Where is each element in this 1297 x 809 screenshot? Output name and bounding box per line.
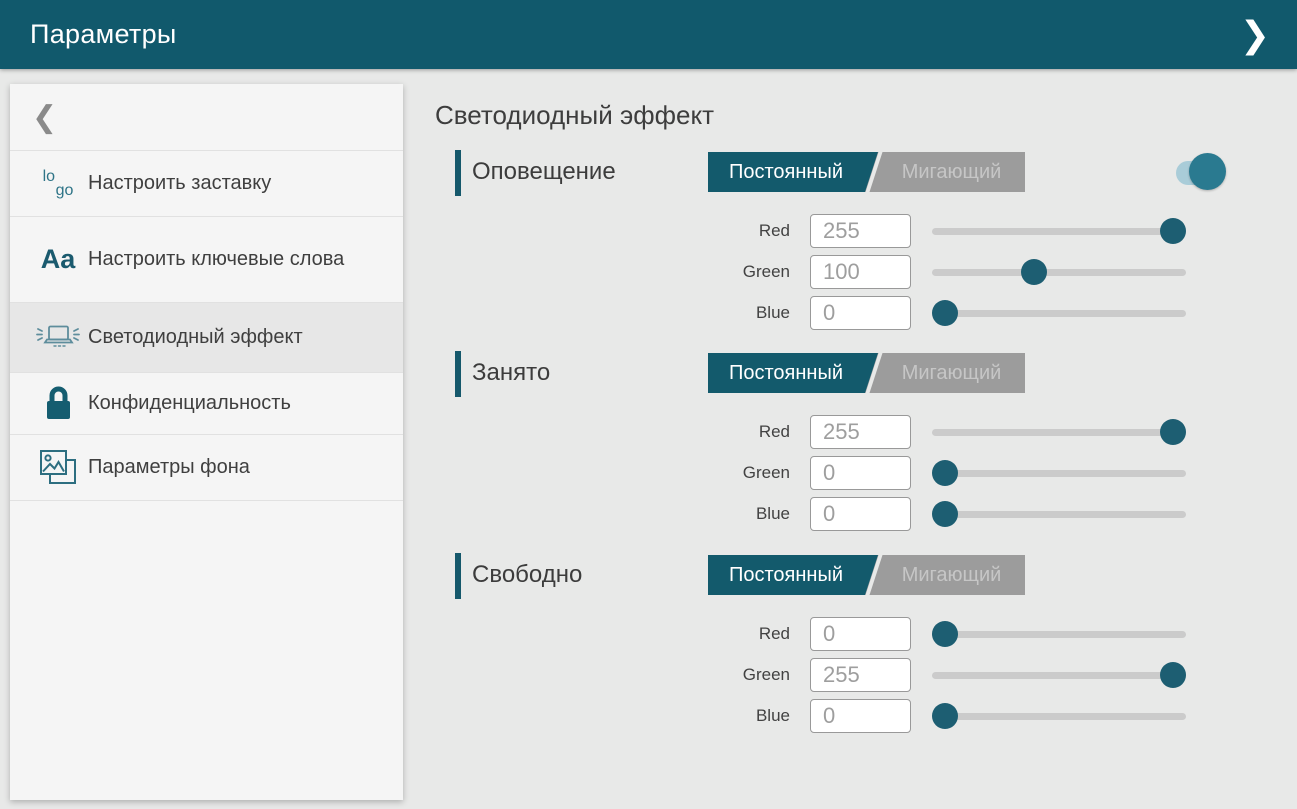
mode-blinking-button[interactable]: Мигающий	[878, 353, 1025, 393]
collapse-chevron-icon[interactable]: ❯	[1229, 0, 1281, 69]
slider-thumb[interactable]	[1021, 259, 1047, 285]
slider-track	[932, 511, 1186, 518]
sidebar-back-button[interactable]: ❮	[10, 84, 403, 151]
green-input[interactable]	[810, 255, 911, 289]
red-slider[interactable]	[932, 617, 1186, 651]
green-input[interactable]	[810, 658, 911, 692]
slider-thumb[interactable]	[932, 621, 958, 647]
blue-label: Blue	[690, 497, 790, 531]
blue-input[interactable]	[810, 699, 911, 733]
slider-track	[932, 269, 1186, 276]
led-section-busy: Занято Мигающий Постоянный Red Green Blu…	[0, 349, 1297, 539]
mode-segmented-control: Мигающий Постоянный	[708, 152, 1025, 192]
slider-track	[932, 672, 1186, 679]
blue-input[interactable]	[810, 296, 911, 330]
slider-thumb[interactable]	[932, 460, 958, 486]
slider-thumb[interactable]	[932, 300, 958, 326]
slider-track	[932, 470, 1186, 477]
slider-track	[932, 631, 1186, 638]
green-slider[interactable]	[932, 456, 1186, 490]
blue-slider[interactable]	[932, 497, 1186, 531]
mode-segmented-control: Мигающий Постоянный	[708, 555, 1025, 595]
power-toggle[interactable]	[1176, 150, 1226, 191]
red-slider[interactable]	[932, 214, 1186, 248]
green-label: Green	[690, 456, 790, 490]
red-label: Red	[690, 617, 790, 651]
slider-thumb[interactable]	[932, 703, 958, 729]
section-title: Свободно	[472, 551, 582, 599]
led-section-alert: Оповещение Мигающий Постоянный Red Green	[0, 148, 1297, 338]
mode-steady-button[interactable]: Постоянный	[708, 555, 878, 595]
mode-steady-button[interactable]: Постоянный	[708, 353, 878, 393]
app-title: Параметры	[30, 19, 177, 50]
mode-steady-button[interactable]: Постоянный	[708, 152, 878, 192]
slider-thumb[interactable]	[1160, 419, 1186, 445]
page-title: Светодиодный эффект	[435, 100, 714, 131]
slider-track	[932, 228, 1186, 235]
green-label: Green	[690, 658, 790, 692]
slider-thumb[interactable]	[1160, 218, 1186, 244]
slider-track	[932, 713, 1186, 720]
blue-input[interactable]	[810, 497, 911, 531]
back-chevron-icon: ❮	[32, 100, 57, 135]
section-title: Занято	[472, 349, 550, 397]
blue-slider[interactable]	[932, 296, 1186, 330]
app-header: Параметры ❯	[0, 0, 1297, 69]
slider-thumb[interactable]	[1160, 662, 1186, 688]
blue-label: Blue	[690, 296, 790, 330]
led-section-free: Свободно Мигающий Постоянный Red Green B…	[0, 551, 1297, 741]
settings-screen: Параметры ❯ ❮ lo go Настроить заставку A…	[0, 0, 1297, 809]
green-input[interactable]	[810, 456, 911, 490]
red-label: Red	[690, 214, 790, 248]
blue-label: Blue	[690, 699, 790, 733]
red-input[interactable]	[810, 415, 911, 449]
green-slider[interactable]	[932, 658, 1186, 692]
section-accent-bar	[455, 351, 461, 397]
slider-thumb[interactable]	[932, 501, 958, 527]
section-accent-bar	[455, 150, 461, 196]
mode-blinking-button[interactable]: Мигающий	[878, 555, 1025, 595]
section-accent-bar	[455, 553, 461, 599]
red-slider[interactable]	[932, 415, 1186, 449]
mode-segmented-control: Мигающий Постоянный	[708, 353, 1025, 393]
toggle-thumb	[1189, 153, 1226, 190]
mode-blinking-button[interactable]: Мигающий	[878, 152, 1025, 192]
blue-slider[interactable]	[932, 699, 1186, 733]
section-title: Оповещение	[472, 148, 616, 196]
red-input[interactable]	[810, 214, 911, 248]
red-input[interactable]	[810, 617, 911, 651]
slider-track	[932, 310, 1186, 317]
green-slider[interactable]	[932, 255, 1186, 289]
green-label: Green	[690, 255, 790, 289]
slider-track	[932, 429, 1186, 436]
red-label: Red	[690, 415, 790, 449]
